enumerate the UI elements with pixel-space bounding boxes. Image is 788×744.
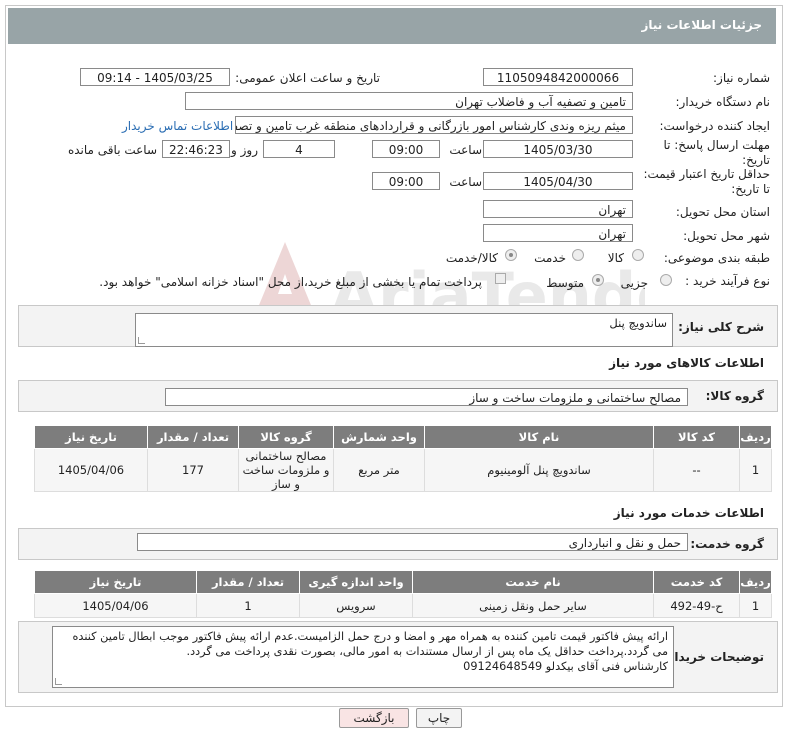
table-row[interactable]: 1 -- ساندویچ پنل آلومینیوم متر مربع مصال…: [34, 448, 772, 492]
province-label: استان محل تحویل:: [675, 205, 770, 219]
need-number-field[interactable]: 1105094842000066: [483, 68, 633, 86]
category-service-label: خدمت: [534, 251, 566, 265]
cell-row: 1: [739, 448, 772, 492]
cell-unit: متر مربع: [333, 448, 425, 492]
requester-label: ایجاد کننده درخواست:: [659, 119, 770, 133]
description-textarea[interactable]: ساندویچ پنل: [135, 313, 673, 347]
requester-field[interactable]: میثم ریزه وندی کارشناس امور بازرگانی و ق…: [235, 116, 633, 134]
need-number-label: شماره نیاز:: [713, 71, 770, 85]
announce-label: تاریخ و ساعت اعلان عمومی:: [235, 71, 380, 85]
cell-name: سایر حمل ونقل زمینی: [412, 593, 654, 618]
category-both-label: کالا/خدمت: [445, 251, 498, 265]
cell-qty: 1: [196, 593, 300, 618]
buyer-notes-line-3: کارشناس فنی آقای بیکدلو 09124648549: [463, 660, 668, 673]
col-unit: واحد اندازه گیری: [299, 570, 413, 594]
cell-code: ح-49-492: [653, 593, 740, 618]
remaining-time-field[interactable]: 22:46:23: [162, 140, 230, 158]
cell-name: ساندویچ پنل آلومینیوم: [424, 448, 654, 492]
buyer-org-label: نام دستگاه خریدار:: [675, 95, 771, 109]
col-qty: تعداد / مقدار: [147, 425, 239, 449]
services-table-header: ردیف کد خدمت نام خدمت واحد اندازه گیری ت…: [34, 570, 772, 594]
goods-group-field[interactable]: مصالح ساختمانی و ملزومات ساخت و ساز: [165, 388, 688, 406]
resize-handle-icon[interactable]: [55, 678, 62, 685]
days-field[interactable]: 4: [263, 140, 335, 158]
col-date: تاریخ نیاز: [34, 570, 197, 594]
process-medium-radio[interactable]: [592, 274, 604, 286]
days-label: روز و: [231, 143, 258, 157]
goods-group-label: گروه کالا:: [705, 389, 764, 403]
category-goods-label: کالا: [607, 251, 624, 265]
cell-unit: سرویس: [299, 593, 413, 618]
col-group: گروه کالا: [238, 425, 334, 449]
city-label: شهر محل تحویل:: [683, 229, 770, 243]
description-label: شرح کلی نیاز:: [678, 320, 764, 334]
process-partial-label: جزیی: [620, 276, 648, 290]
buyer-notes-textarea[interactable]: ارائه پیش فاکتور قیمت تامین کننده به همر…: [52, 626, 674, 688]
col-code: کد کالا: [653, 425, 740, 449]
treasury-payment-checkbox[interactable]: [495, 273, 506, 284]
validity-time-label: ساعت: [449, 175, 482, 189]
page-title: جزئیات اطلاعات نیاز: [641, 18, 762, 32]
col-name: نام کالا: [424, 425, 654, 449]
services-group-label: گروه خدمت:: [690, 537, 764, 551]
services-table: ردیف کد خدمت نام خدمت واحد اندازه گیری ت…: [34, 570, 772, 618]
cell-group: مصالح ساختمانی و ملزومات ساخت و ساز: [238, 448, 334, 492]
deadline-time-field[interactable]: 09:00: [372, 140, 440, 158]
goods-table-header: ردیف کد کالا نام کالا واحد شمارش گروه کا…: [34, 425, 772, 449]
category-goods-radio[interactable]: [632, 249, 644, 261]
deadline-date-field[interactable]: 1405/03/30: [483, 140, 633, 158]
cell-row: 1: [739, 593, 772, 618]
col-date: تاریخ نیاز: [34, 425, 148, 449]
cell-qty: 177: [147, 448, 239, 492]
validity-date-field[interactable]: 1405/04/30: [483, 172, 633, 190]
province-field[interactable]: تهران: [483, 200, 633, 218]
remaining-label: ساعت باقی مانده: [67, 143, 157, 157]
print-button[interactable]: چاپ: [416, 708, 462, 728]
page-header: جزئیات اطلاعات نیاز: [8, 8, 776, 44]
buyer-org-field[interactable]: تامین و تصفیه آب و فاضلاب تهران: [185, 92, 633, 110]
col-name: نام خدمت: [412, 570, 654, 594]
city-field[interactable]: تهران: [483, 224, 633, 242]
table-row[interactable]: 1 ح-49-492 سایر حمل ونقل زمینی سرویس 1 1…: [34, 593, 772, 618]
col-code: کد خدمت: [653, 570, 740, 594]
col-row: ردیف: [739, 425, 772, 449]
services-group-field[interactable]: حمل و نقل و انبارداری: [137, 533, 688, 551]
goods-table: ردیف کد کالا نام کالا واحد شمارش گروه کا…: [34, 425, 772, 492]
process-partial-radio[interactable]: [660, 274, 672, 286]
buyer-notes-line-2: می گردد.پرداخت حداقل یک ماه پس از ارسال …: [186, 645, 668, 658]
buyer-notes-line-1: ارائه پیش فاکتور قیمت تامین کننده به همر…: [72, 630, 668, 643]
buyer-notes-label: توضیحات خریدار:: [662, 650, 764, 664]
category-service-radio[interactable]: [572, 249, 584, 261]
deadline-time-label: ساعت: [449, 143, 482, 157]
cell-date: 1405/04/06: [34, 593, 197, 618]
validity-label: حداقل تاریخ اعتبار قیمت: تا تاریخ:: [643, 167, 770, 196]
announce-field[interactable]: 1405/03/25 - 09:14: [80, 68, 230, 86]
category-both-radio[interactable]: [505, 249, 517, 261]
resize-handle-icon[interactable]: [138, 337, 145, 344]
goods-section-title: اطلاعات کالاهای مورد نیاز: [609, 356, 764, 370]
deadline-label: مهلت ارسال پاسخ: تا تاریخ:: [663, 138, 770, 167]
cell-date: 1405/04/06: [34, 448, 148, 492]
category-label: طبقه بندی موضوعی:: [663, 251, 770, 265]
process-medium-label: متوسط: [546, 276, 584, 290]
validity-time-field[interactable]: 09:00: [372, 172, 440, 190]
col-unit: واحد شمارش: [333, 425, 425, 449]
description-text: ساندویچ پنل: [609, 316, 667, 330]
cell-code: --: [653, 448, 740, 492]
process-label: نوع فرآیند خرید :: [685, 274, 770, 288]
back-button[interactable]: بازگشت: [339, 708, 409, 728]
col-qty: تعداد / مقدار: [196, 570, 300, 594]
treasury-payment-note: پرداخت تمام یا بخشی از مبلغ خرید،از محل …: [99, 275, 482, 289]
services-section-title: اطلاعات خدمات مورد نیاز: [613, 506, 764, 520]
col-row: ردیف: [739, 570, 772, 594]
contact-info-link[interactable]: اطلاعات تماس خریدار: [122, 119, 233, 133]
